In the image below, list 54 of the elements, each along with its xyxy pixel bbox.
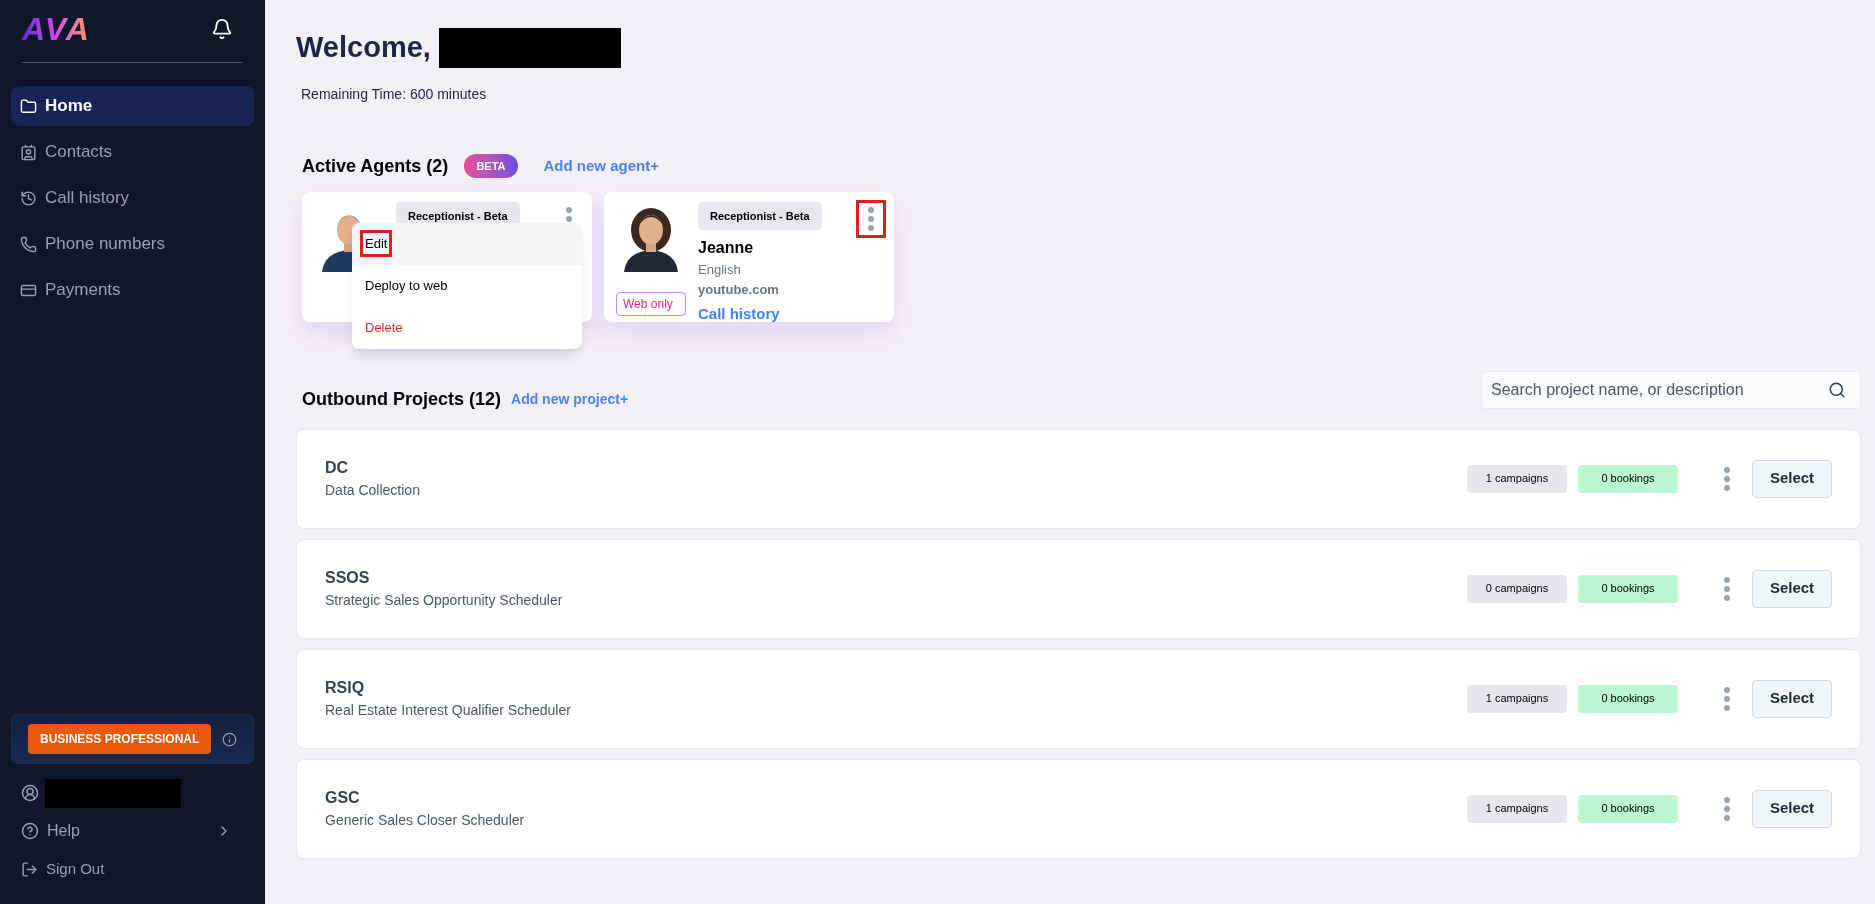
menu-item[interactable]: Deploy to web	[352, 264, 582, 307]
info-icon[interactable]	[222, 731, 237, 747]
beta-badge: BETA	[464, 153, 518, 179]
menu-item[interactable]: Delete	[352, 306, 582, 349]
select-button[interactable]: Select	[1752, 569, 1832, 608]
nav-item[interactable]: Payments	[11, 270, 254, 310]
select-button[interactable]: Select	[1752, 679, 1832, 718]
agent-website: youtube.com	[698, 280, 780, 299]
campaigns-count: 1 campaigns	[1467, 464, 1567, 493]
select-button[interactable]: Select	[1752, 459, 1832, 498]
project-code: DC	[325, 458, 350, 478]
sign-out-icon	[21, 860, 38, 878]
agent-language: English	[698, 261, 742, 279]
sign-out-button[interactable]: Sign Out	[11, 854, 254, 884]
select-button[interactable]: Select	[1752, 789, 1832, 828]
project-name: Strategic Sales Opportunity Scheduler	[325, 591, 564, 610]
bookings-count: 0 bookings	[1578, 684, 1678, 713]
help-menu-item[interactable]: Help	[11, 816, 254, 846]
call-history-link[interactable]: Call history	[698, 303, 844, 326]
help-icon	[21, 822, 39, 840]
search-icon[interactable]	[1828, 381, 1846, 399]
welcome-heading: Welcome,	[296, 30, 431, 65]
nav-icon	[20, 143, 37, 161]
project-name: Data Collection	[325, 481, 421, 500]
menu-item[interactable]: Edit	[352, 222, 582, 265]
bookings-count: 0 bookings	[1578, 794, 1678, 823]
nav-icon	[20, 189, 37, 207]
campaigns-count: 1 campaigns	[1467, 684, 1567, 713]
project-code: SSOS	[325, 568, 371, 588]
search-field[interactable]: Search project name, or description	[1481, 371, 1861, 409]
project-name: Generic Sales Closer Scheduler	[325, 811, 526, 830]
nav-icon	[20, 97, 37, 115]
nav-item[interactable]: Call history	[11, 178, 254, 218]
campaigns-count: 1 campaigns	[1467, 794, 1567, 823]
plan-badge: BUSINESS PROFESSIONAL	[28, 724, 212, 754]
campaigns-count: 0 campaigns	[1467, 574, 1567, 603]
agent-name: Jeanne	[698, 238, 755, 258]
project-name: Real Estate Interest Qualifier Scheduler	[325, 701, 572, 720]
nav-item[interactable]: Home	[11, 86, 254, 126]
nav-item[interactable]: Phone numbers	[11, 224, 254, 264]
project-code: RSIQ	[325, 678, 366, 698]
section-title: Active Agents (2)	[302, 154, 449, 178]
bookings-count: 0 bookings	[1578, 464, 1678, 493]
bookings-count: 0 bookings	[1578, 574, 1678, 603]
more-options-button[interactable]	[856, 199, 886, 238]
web-only-tag: Web only	[616, 291, 686, 316]
role-badge: Receptionist - Beta	[698, 201, 822, 230]
section-title: Outbound Projects (12)	[302, 387, 501, 411]
user-icon	[21, 784, 39, 802]
remaining-time: Remaining Time: 600 minutes	[301, 84, 488, 104]
nav-item[interactable]: Contacts	[11, 132, 254, 172]
nav-icon	[20, 235, 37, 253]
notification-bell-icon[interactable]	[211, 18, 233, 40]
project-code: GSC	[325, 788, 361, 808]
